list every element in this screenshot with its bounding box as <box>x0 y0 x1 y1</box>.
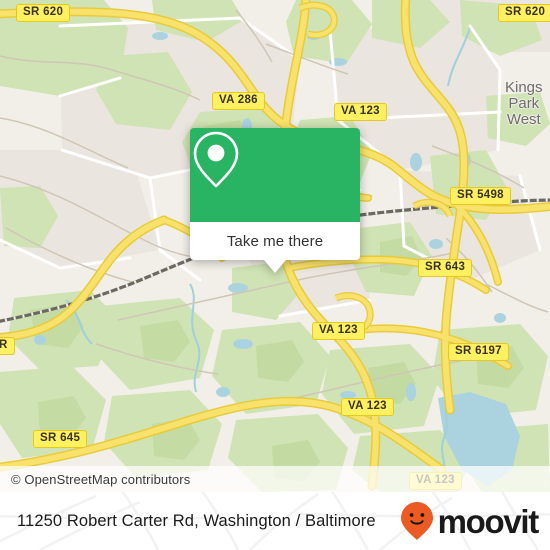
popup-pointer-tail <box>264 260 286 273</box>
place-label-line: Park <box>508 95 540 112</box>
place-label-line: Kings <box>505 79 543 96</box>
map-pin-icon <box>193 131 239 188</box>
road-shield: SR 6197 <box>448 343 509 361</box>
moovit-wordmark: moovit <box>437 502 540 540</box>
osm-attribution-text[interactable]: © OpenStreetMap contributors <box>0 472 190 487</box>
place-label: Kings Park West <box>505 80 543 128</box>
road-shield: SR 620 <box>16 4 71 22</box>
location-popup-card[interactable]: Take me there <box>190 128 360 273</box>
road-shield: VA 123 <box>341 398 394 416</box>
road-shield: VA 286 <box>212 92 265 110</box>
moovit-brand[interactable]: moovit <box>399 501 540 541</box>
road-shield: VA 123 <box>334 103 387 121</box>
road-shield: SR 643 <box>418 259 473 277</box>
footer-bar: 11250 Robert Carter Rd, Washington / Bal… <box>0 492 550 550</box>
place-label-line: West <box>506 111 541 128</box>
popup-action-area[interactable]: Take me there <box>190 222 360 260</box>
address-label: 11250 Robert Carter Rd, Washington / Bal… <box>17 511 376 530</box>
map-screenshot: SR 620 SR 620 VA 286 VA 123 SR 5498 SR 643 SR … <box>0 0 550 550</box>
popup-marker-area <box>190 128 360 222</box>
road-shield: SR <box>0 337 15 355</box>
road-shield: VA 123 <box>312 322 365 340</box>
road-shield: SR 5498 <box>450 187 511 205</box>
road-shield: SR 645 <box>33 430 88 448</box>
map-canvas[interactable]: SR 620 SR 620 VA 286 VA 123 SR 5498 SR 643 SR … <box>0 0 550 492</box>
moovit-smiley-pin-icon <box>400 502 433 540</box>
road-shield: SR 620 <box>498 4 550 22</box>
take-me-there-label: Take me there <box>226 232 324 250</box>
map-attribution-bar: © OpenStreetMap contributors <box>0 466 550 492</box>
